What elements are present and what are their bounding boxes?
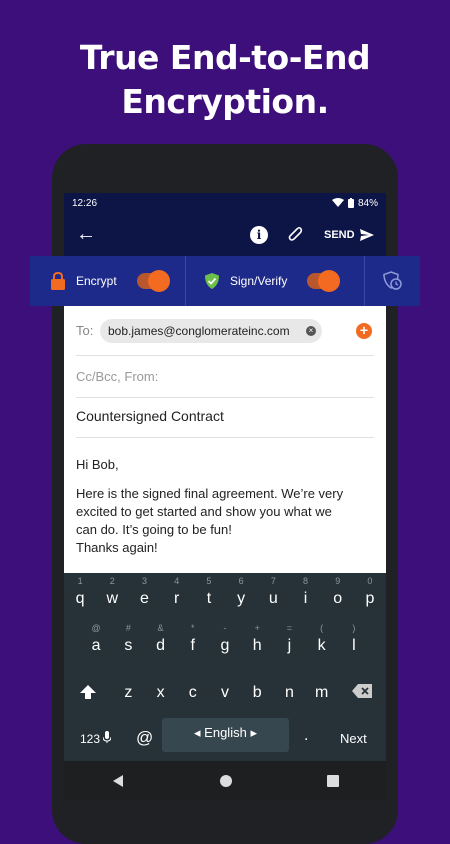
microphone-icon (102, 731, 112, 743)
headline: True End-to-End Encryption. (0, 36, 450, 124)
language-prev-icon: ◂ (194, 725, 201, 740)
key-n[interactable]: n (273, 684, 305, 705)
key-c[interactable]: c (177, 684, 209, 705)
symbols-key[interactable]: 123 (80, 731, 112, 746)
at-key[interactable]: @ (136, 728, 153, 748)
keyboard-row-2: @ a # s & d * f -g + h = j (k ) l (64, 623, 386, 655)
status-time: 12:26 (72, 197, 98, 209)
body-line: excited to get started and show you what… (76, 504, 332, 519)
key-q[interactable]: 1q (64, 576, 96, 608)
shift-key[interactable] (64, 684, 112, 705)
body-line: Here is the signed final agreement. We’r… (76, 486, 344, 501)
backspace-key[interactable] (338, 684, 386, 705)
key-a[interactable]: @ a (80, 623, 112, 655)
key-r[interactable]: 4r (161, 576, 193, 608)
key-g[interactable]: -g (209, 623, 241, 655)
keyboard: 1q 2w 3e 4r 5t 6y 7u 8i 9o 0p @ a # s & d *… (64, 573, 386, 761)
key-h[interactable]: + h (241, 623, 273, 655)
wifi-icon (331, 198, 344, 207)
back-triangle-icon[interactable] (111, 774, 125, 788)
key-k[interactable]: (k (306, 623, 338, 655)
headline-line-1: True End-to-End (79, 38, 371, 77)
headline-line-2: Encryption. (121, 82, 329, 121)
encryption-options-bar: Encrypt Sign/Verify (30, 256, 420, 306)
recipient-chip[interactable]: bob.james@conglomerateinc.com × (100, 319, 322, 343)
language-label: English (204, 725, 247, 740)
subject-field[interactable]: Countersigned Contract (76, 398, 374, 438)
remove-recipient-icon[interactable]: × (306, 326, 316, 336)
system-nav-bar (64, 761, 386, 800)
key-e[interactable]: 3e (128, 576, 160, 608)
recents-square-icon[interactable] (327, 774, 339, 787)
key-j[interactable]: = j (273, 623, 305, 655)
key-l[interactable]: ) l (338, 623, 370, 655)
subject-text: Countersigned Contract (76, 408, 224, 424)
send-label: SEND (324, 229, 355, 241)
key-s[interactable]: # s (112, 623, 144, 655)
key-b[interactable]: b (241, 684, 273, 705)
recipient-address: bob.james@conglomerateinc.com (108, 324, 290, 338)
key-i[interactable]: 8i (289, 576, 321, 608)
key-v[interactable]: v (209, 684, 241, 705)
lock-icon (51, 272, 65, 290)
key-o[interactable]: 9o (322, 576, 354, 608)
key-p[interactable]: 0p (354, 576, 386, 608)
to-field-row: To: bob.james@conglomerateinc.com × + (76, 306, 374, 356)
body-greeting: Hi Bob, (76, 457, 119, 472)
shield-check-icon (205, 273, 219, 289)
message-body[interactable]: Hi Bob, Here is the signed final agreeme… (76, 456, 374, 557)
info-icon[interactable]: i (250, 226, 268, 244)
sign-verify-toggle[interactable] (307, 270, 341, 292)
battery-icon (347, 198, 354, 208)
key-z[interactable]: z (112, 684, 144, 705)
sign-verify-label: Sign/Verify (230, 274, 288, 288)
period-key[interactable]: . (304, 727, 308, 745)
key-w[interactable]: 2w (96, 576, 128, 608)
sign-verify-option[interactable]: Sign/Verify (186, 256, 364, 306)
back-arrow-icon[interactable]: ← (76, 223, 96, 246)
shield-clock-icon (382, 271, 402, 290)
cc-bcc-placeholder: Cc/Bcc, From: (76, 369, 159, 384)
next-key[interactable]: Next (340, 731, 367, 746)
send-icon (359, 229, 374, 241)
encrypt-label: Encrypt (76, 274, 117, 288)
encrypt-toggle[interactable] (136, 270, 170, 292)
spacebar[interactable]: ◂ English ▸ (162, 718, 289, 752)
key-d[interactable]: & d (144, 623, 176, 655)
key-m[interactable]: m (306, 684, 338, 705)
expiry-option[interactable] (365, 256, 420, 306)
key-f[interactable]: * f (177, 623, 209, 655)
backspace-icon (351, 684, 372, 698)
app-bar: ← i SEND (64, 213, 386, 257)
send-button[interactable]: SEND (324, 227, 375, 243)
cc-bcc-field[interactable]: Cc/Bcc, From: (76, 356, 374, 398)
language-next-icon: ▸ (250, 725, 257, 740)
keyboard-row-3: z x c v b n m (64, 684, 386, 705)
key-x[interactable]: x (145, 684, 177, 705)
to-label: To: (76, 323, 94, 338)
status-bar: 12:26 84% (64, 193, 386, 213)
home-circle-icon[interactable] (219, 774, 233, 788)
shift-icon (80, 685, 97, 699)
add-recipient-icon[interactable]: + (356, 323, 372, 339)
body-line: can do. It’s going to be fun! (76, 522, 232, 537)
key-y[interactable]: 6y (225, 576, 257, 608)
keyboard-row-1: 1q 2w 3e 4r 5t 6y 7u 8i 9o 0p (64, 576, 386, 608)
key-t[interactable]: 5t (193, 576, 225, 608)
key-u[interactable]: 7u (257, 576, 289, 608)
encrypt-option[interactable]: Encrypt (30, 256, 185, 306)
attachment-icon[interactable] (286, 224, 304, 247)
battery-level: 84% (357, 197, 378, 209)
compose-form: To: bob.james@conglomerateinc.com × + Cc… (64, 306, 386, 557)
body-line: Thanks again! (76, 540, 158, 555)
